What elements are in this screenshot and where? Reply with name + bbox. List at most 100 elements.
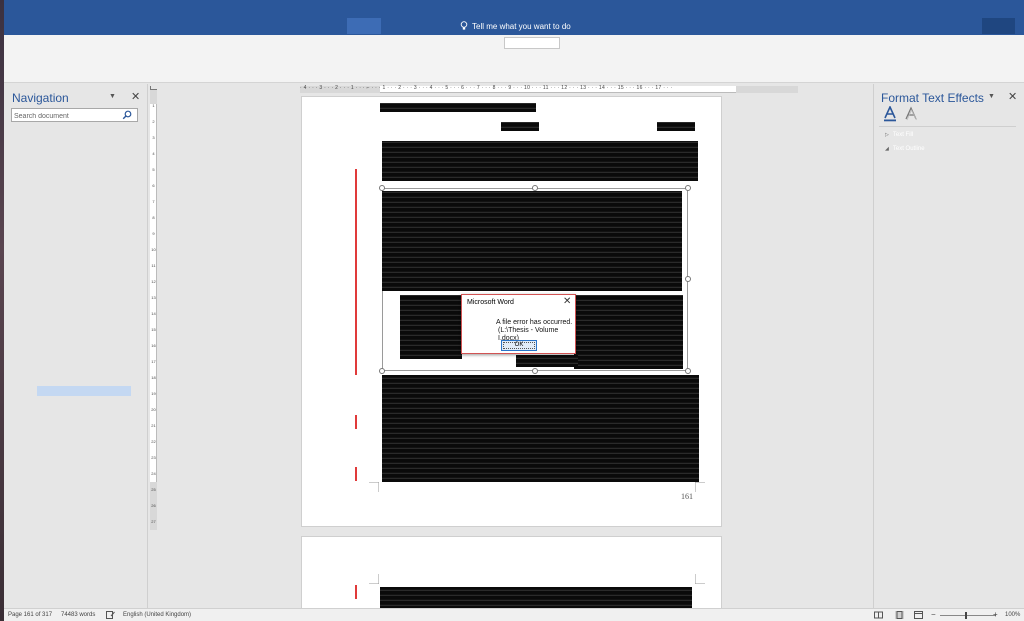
ruler-tick-label: 1 xyxy=(152,103,155,108)
redacted-text xyxy=(382,375,699,482)
resize-handle[interactable] xyxy=(379,368,385,374)
ruler-tick-label: 14 xyxy=(151,311,156,316)
redacted-figure xyxy=(382,191,682,291)
print-layout-icon[interactable] xyxy=(895,611,904,619)
page-count[interactable]: Page 161 of 317 xyxy=(8,612,52,618)
close-icon[interactable]: ✕ xyxy=(1008,90,1017,103)
ruler-tick-label: 12 xyxy=(151,279,156,284)
redacted-figure xyxy=(400,295,462,359)
navigation-title: Navigation xyxy=(12,91,69,105)
resize-handle[interactable] xyxy=(685,185,691,191)
title-bar: Tell me what you want to do xyxy=(4,0,1024,35)
ruler-tick-label: 18 xyxy=(151,375,156,380)
dialog-message-line: A file error has occurred. xyxy=(496,319,573,326)
ruler-vertical-labels: 1 2 3 4 5 6 7 8 9 10 11 12 13 14 15 16 17 18 19 20 21 22 23 24 2… xyxy=(150,90,157,530)
zoom-out-icon[interactable]: − xyxy=(931,610,936,619)
ruler-tick-label: 3 xyxy=(152,135,155,140)
ruler-tick-label: 20 xyxy=(151,407,156,412)
redacted-figure xyxy=(574,295,683,369)
redacted-text xyxy=(501,122,539,131)
change-bar xyxy=(355,467,357,481)
language-indicator[interactable]: English (United Kingdom) xyxy=(123,612,191,618)
crop-mark xyxy=(369,574,379,584)
text-outline-section[interactable]: ◢ Text Outline xyxy=(885,146,925,152)
navigation-heading-highlight[interactable] xyxy=(37,386,131,396)
redacted-text xyxy=(380,587,692,608)
quick-access-button[interactable] xyxy=(347,18,381,34)
error-dialog: Microsoft Word ✕ A file error has occurr… xyxy=(461,294,576,354)
crop-mark xyxy=(369,482,379,492)
resize-handle[interactable] xyxy=(532,368,538,374)
ruler-tick-label: 5 xyxy=(152,167,155,172)
section-label: Text Fill xyxy=(892,132,914,138)
ribbon-input-box[interactable] xyxy=(504,37,560,49)
divider xyxy=(879,126,1016,127)
text-fill-outline-icon[interactable] xyxy=(883,106,897,122)
navigation-pane: Navigation ▼ ✕ xyxy=(4,84,148,608)
dialog-title: Microsoft Word xyxy=(467,299,514,306)
web-layout-icon[interactable] xyxy=(914,611,923,619)
ruler-tick-label: 21 xyxy=(151,423,156,428)
format-text-effects-pane: Format Text Effects ▼ ✕ ▷ Text Fill ◢ Te… xyxy=(873,84,1024,608)
ruler-tick-label: 13 xyxy=(151,295,156,300)
ruler-tick-label: 19 xyxy=(151,391,156,396)
ruler-tick-label: 23 xyxy=(151,455,156,460)
ruler-tick-label: 17 xyxy=(151,359,156,364)
ruler-tick-label: 2 xyxy=(152,119,155,124)
ok-button[interactable]: OK xyxy=(501,340,537,351)
word-count[interactable]: 74483 words xyxy=(61,612,95,618)
close-icon[interactable]: ✕ xyxy=(563,296,571,307)
expand-icon: ▷ xyxy=(885,132,889,138)
change-bar xyxy=(355,169,357,375)
change-bar xyxy=(355,585,357,599)
chevron-down-icon[interactable]: ▼ xyxy=(988,93,995,100)
text-effects-icon[interactable] xyxy=(904,106,918,122)
search-field[interactable] xyxy=(11,108,138,123)
zoom-in-icon[interactable]: + xyxy=(993,610,998,619)
ruler-tick-label: 9 xyxy=(152,231,155,236)
ruler-tick-label: 15 xyxy=(151,327,156,332)
section-label: Text Outline xyxy=(892,146,925,152)
format-pane-title: Format Text Effects xyxy=(881,91,984,105)
zoom-slider[interactable] xyxy=(940,615,996,616)
status-bar: Page 161 of 317 74483 words English (Uni… xyxy=(4,608,1024,621)
ruler-tick-label: 24 xyxy=(151,471,156,476)
ruler-tick-label: 11 xyxy=(151,263,156,268)
proofing-icon[interactable] xyxy=(106,611,115,619)
crop-mark xyxy=(695,574,705,584)
resize-handle[interactable] xyxy=(379,185,385,191)
resize-handle[interactable] xyxy=(685,276,691,282)
ruler-tick-label: 7 xyxy=(152,199,155,204)
search-input[interactable] xyxy=(12,110,120,123)
ruler-tick-label: 4 xyxy=(152,151,155,156)
ruler-tick-label: 26 xyxy=(151,503,156,508)
text-fill-section[interactable]: ▷ Text Fill xyxy=(885,132,913,138)
collapse-icon: ◢ xyxy=(885,146,889,152)
ruler-tick-label: 16 xyxy=(151,343,156,348)
ruler-tick-label: 6 xyxy=(152,183,155,188)
resize-handle[interactable] xyxy=(532,185,538,191)
zoom-slider-thumb[interactable] xyxy=(965,612,967,619)
page[interactable] xyxy=(301,536,722,608)
ribbon xyxy=(4,35,1024,83)
vertical-ruler[interactable]: 1 2 3 4 5 6 7 8 9 10 11 12 13 14 15 16 17 18 19 20 21 22 23 24 2… xyxy=(150,90,157,530)
read-mode-icon[interactable] xyxy=(874,611,883,619)
tell-me-search[interactable]: Tell me what you want to do xyxy=(460,21,571,31)
close-icon[interactable]: ✕ xyxy=(131,90,140,103)
page-number: 161 xyxy=(681,492,693,501)
account-button[interactable] xyxy=(982,18,1015,34)
ruler-labels: · 4 · · · 3 · · · 2 · · · 1 · · · ⌐ · · … xyxy=(300,85,673,91)
crop-mark xyxy=(695,482,705,492)
resize-handle[interactable] xyxy=(685,368,691,374)
ruler-tick-label: 27 xyxy=(151,519,156,524)
ruler-tick-label: 22 xyxy=(151,439,156,444)
search-icon[interactable] xyxy=(122,110,132,120)
horizontal-ruler[interactable]: · 4 · · · 3 · · · 2 · · · 1 · · · ⌐ · · … xyxy=(300,85,798,93)
redacted-text xyxy=(657,122,695,131)
zoom-level[interactable]: 100% xyxy=(1005,612,1020,618)
redacted-text xyxy=(380,103,536,112)
word-window: Tell me what you want to do Navigation ▼… xyxy=(0,0,1024,621)
chevron-down-icon[interactable]: ▼ xyxy=(109,93,116,100)
tell-me-label: Tell me what you want to do xyxy=(472,21,571,31)
ruler-tick-label: 10 xyxy=(151,247,156,252)
